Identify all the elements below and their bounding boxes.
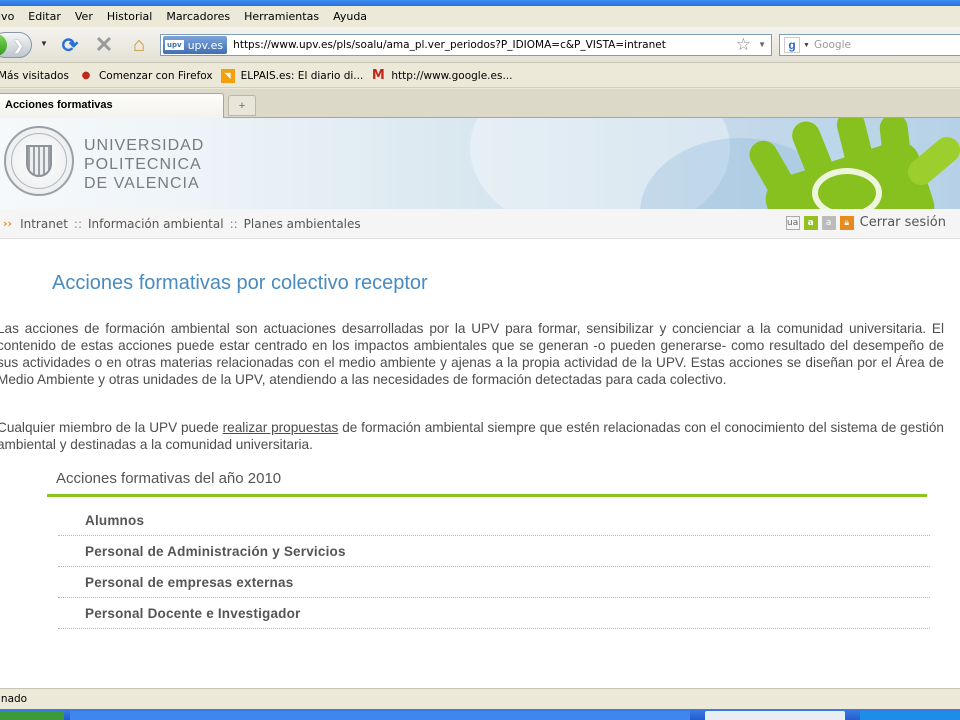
taskbar-window-button[interactable] [705, 711, 845, 720]
proposals-text-before: Cualquier miembro de la UPV puede [0, 420, 223, 435]
text-size-small-button[interactable]: ua [785, 215, 800, 230]
breadcrumb-arrows-icon: ›› [3, 217, 13, 230]
url-bar[interactable]: upv upv.es https://www.upv.es/pls/soalu/… [160, 34, 772, 56]
search-engine-dropdown-icon[interactable]: ▼ [803, 42, 810, 49]
intro-paragraph: Las acciones de formación ambiental son … [0, 321, 944, 387]
university-name-line: UNIVERSIDAD [84, 137, 205, 154]
logout-link[interactable]: Cerrar sesión [860, 215, 946, 230]
url-text[interactable]: https://www.upv.es/pls/soalu/ama_pl.ver_… [233, 39, 666, 51]
url-dropdown-icon[interactable]: ▼ [758, 40, 766, 49]
bookmark-google[interactable]: M http://www.google.es... [371, 68, 513, 83]
realizar-propuestas-link[interactable]: realizar propuestas [223, 420, 339, 435]
navigation-toolbar: ❯ ▼ ⟳ ✕ ⌂ upv upv.es https://www.upv.es/… [0, 27, 960, 63]
search-bar[interactable]: g ▼ Google [779, 34, 960, 56]
breadcrumb-separator: :: [229, 216, 238, 231]
breadcrumb-item-intranet[interactable]: Intranet [20, 217, 68, 231]
forward-arrow-icon[interactable]: ❯ [13, 38, 24, 54]
breadcrumb-item-informacion-ambiental[interactable]: Información ambiental [88, 217, 224, 231]
upv-favicon: upv [165, 40, 184, 50]
bookmark-star-icon[interactable]: ☆ [736, 35, 751, 55]
bookmark-label: ELPAIS.es: El diario di... [240, 69, 364, 82]
status-text: inado [0, 693, 28, 705]
page-tools: ua a a 🔒︎ Cerrar sesión [785, 215, 946, 230]
taskbar-window-button[interactable] [70, 711, 690, 720]
bookmark-label: http://www.google.es... [391, 69, 513, 82]
rss-icon: ◥ [220, 68, 235, 83]
header-banner: UNIVERSIDAD POLITECNICA DE VALENCIA [0, 118, 960, 209]
status-bar: inado [0, 688, 960, 709]
stop-icon[interactable]: ✕ [92, 32, 116, 57]
menu-archivo[interactable]: ivo [0, 10, 14, 23]
back-forward-buttons[interactable]: ❯ [0, 32, 32, 58]
tab-title: Acciones formativas [5, 99, 113, 111]
breadcrumb-item-planes-ambientales[interactable]: Planes ambientales [244, 217, 361, 231]
list-item-alumnos[interactable]: Alumnos [58, 505, 930, 536]
university-name[interactable]: UNIVERSIDAD POLITECNICA DE VALENCIA [84, 136, 204, 193]
page-title: Acciones formativas por colectivo recept… [52, 272, 428, 294]
menu-ayuda[interactable]: Ayuda [333, 10, 367, 23]
back-button[interactable] [0, 34, 7, 56]
menu-ver[interactable]: Ver [75, 10, 93, 23]
bookmarks-toolbar: Más visitados ● Comenzar con Firefox ◥ E… [0, 64, 960, 88]
section-title: Acciones formativas del año 2010 [56, 470, 282, 487]
web-page: UNIVERSIDAD POLITECNICA DE VALENCIA ›› I… [0, 118, 960, 688]
system-tray [860, 711, 960, 720]
reload-icon[interactable]: ⟳ [58, 33, 82, 57]
os-taskbar [0, 709, 960, 720]
breadcrumb: ›› Intranet :: Información ambiental :: … [0, 209, 960, 239]
audience-list: Alumnos Personal de Administración y Ser… [58, 505, 930, 629]
menu-bar: ivo Editar Ver Historial Marcadores Herr… [0, 6, 960, 27]
search-placeholder: Google [813, 39, 851, 51]
seal-ring [11, 133, 67, 189]
gmail-icon: M [371, 68, 385, 83]
text-size-medium-button[interactable]: a [803, 215, 818, 230]
firefox-icon: ● [81, 70, 91, 81]
bookmark-label: Más visitados [0, 69, 69, 82]
google-icon[interactable]: g [784, 37, 800, 53]
proposals-paragraph: Cualquier miembro de la UPV puede realiz… [0, 419, 944, 453]
university-name-line: DE VALENCIA [84, 175, 200, 192]
university-name-line: POLITECNICA [84, 156, 202, 173]
list-item-personal-docente[interactable]: Personal Docente e Investigador [58, 598, 930, 629]
bookmark-elpais[interactable]: ◥ ELPAIS.es: El diario di... [220, 68, 364, 83]
history-dropdown-icon[interactable]: ▼ [40, 39, 48, 48]
start-button[interactable] [0, 711, 64, 720]
text-size-large-button[interactable]: a [821, 215, 836, 230]
menu-historial[interactable]: Historial [107, 10, 152, 23]
bookmark-mas-visitados[interactable]: Más visitados [0, 70, 69, 82]
menu-editar[interactable]: Editar [28, 10, 61, 23]
tab-acciones-formativas[interactable]: Acciones formativas [0, 93, 224, 118]
list-item-personal-empresas-externas[interactable]: Personal de empresas externas [58, 567, 930, 598]
lock-icon[interactable]: 🔒︎ [839, 215, 854, 230]
university-seal-logo[interactable] [4, 126, 74, 196]
tab-bar: Acciones formativas + [0, 89, 960, 118]
list-item-personal-administracion[interactable]: Personal de Administración y Servicios [58, 536, 930, 567]
menu-marcadores[interactable]: Marcadores [166, 10, 230, 23]
bookmark-comenzar-firefox[interactable]: ● Comenzar con Firefox [79, 69, 213, 83]
site-identity-badge[interactable]: upv upv.es [163, 36, 228, 54]
new-tab-button[interactable]: + [228, 95, 256, 116]
section-divider [47, 494, 927, 497]
home-icon[interactable]: ⌂ [127, 33, 151, 57]
bookmark-label: Comenzar con Firefox [98, 69, 213, 82]
menu-herramientas[interactable]: Herramientas [244, 10, 319, 23]
breadcrumb-separator: :: [73, 216, 83, 231]
site-badge-label: upv.es [187, 38, 224, 52]
